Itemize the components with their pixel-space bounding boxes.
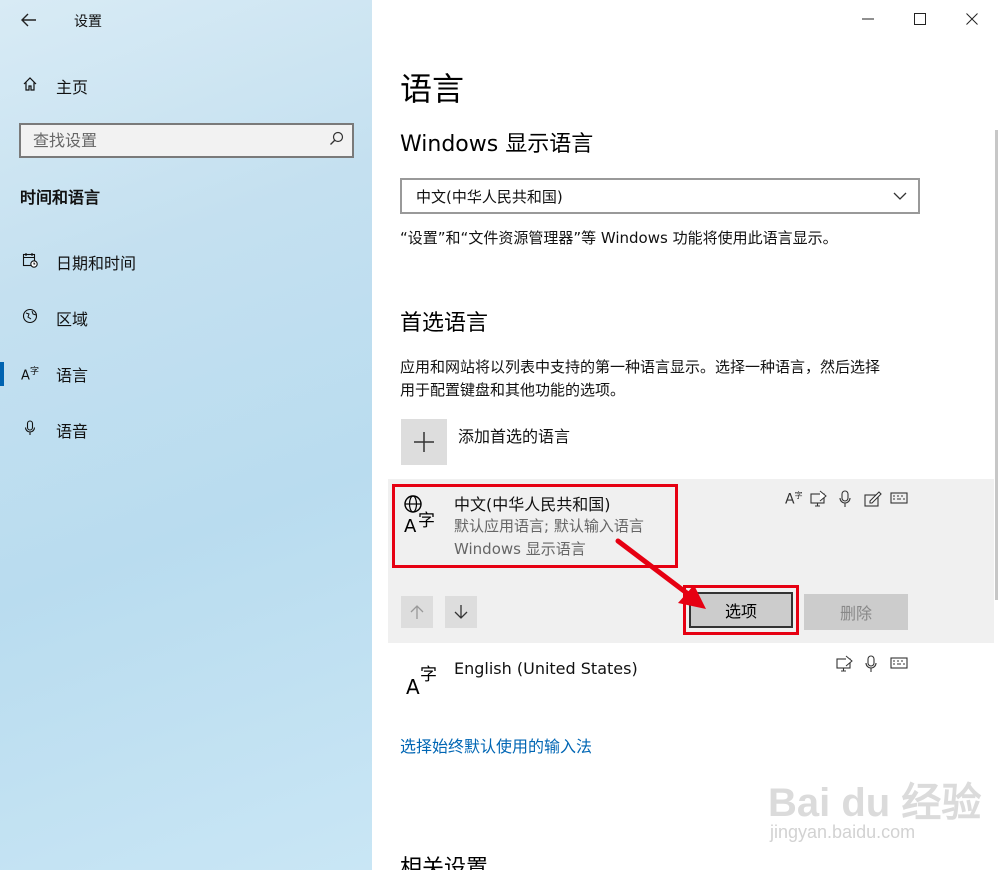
keyboard-feature-icon — [890, 655, 908, 675]
sidebar-item-label: 日期和时间 — [56, 254, 137, 273]
language-icon: A字 — [21, 367, 39, 384]
language-icon-english: A 字 — [404, 660, 444, 703]
search-input[interactable] — [21, 125, 311, 156]
add-language-label[interactable]: 添加首选的语言 — [458, 423, 570, 447]
default-ime-link[interactable]: 选择始终默认使用的输入法 — [400, 733, 592, 757]
dropdown-value: 中文(中华人民共和国) — [416, 187, 563, 206]
plus-icon — [414, 432, 434, 452]
preferred-languages-heading: 首选语言 — [400, 311, 489, 336]
display-language-note: “设置”和“文件资源管理器”等 Windows 功能将使用此语言显示。 — [400, 229, 838, 247]
handwriting-feature-icon — [864, 490, 882, 512]
remove-button[interactable]: 删除 — [804, 594, 908, 630]
svg-text:字: 字 — [420, 665, 437, 685]
sidebar-section-heading: 时间和语言 — [20, 188, 101, 207]
sidebar-item-speech[interactable]: 语音 — [0, 410, 372, 450]
arrow-left-icon — [21, 13, 36, 27]
sidebar-item-region[interactable]: 区域 — [0, 298, 372, 338]
annotation-arrow — [615, 538, 706, 609]
display-language-heading: Windows 显示语言 — [400, 132, 594, 157]
sidebar-item-home[interactable]: 主页 — [0, 66, 372, 106]
speech-feature-icon — [836, 655, 854, 677]
sidebar-item-label: 主页 — [56, 78, 89, 97]
sidebar-item-language[interactable]: A字 语言 — [0, 354, 372, 394]
search-icon[interactable] — [329, 131, 344, 150]
arrow-up-icon — [410, 605, 424, 619]
baidu-watermark: Bai du 经验 — [768, 781, 982, 825]
baidu-watermark-url: jingyan.baidu.com — [770, 822, 916, 842]
microphone-feature-icon — [838, 490, 852, 512]
arrow-down-icon — [454, 605, 468, 619]
sidebar-item-label: 语音 — [56, 422, 89, 441]
preferred-note-line-2: 用于配置键盘和其他功能的选项。 — [400, 381, 626, 399]
sidebar-item-label: 语言 — [56, 366, 89, 385]
back-button[interactable] — [14, 6, 44, 34]
sidebar-item-date-time[interactable]: 日期和时间 — [0, 242, 372, 282]
main-panel: 语言 Windows 显示语言 中文(中华人民共和国) “设置”和“文件资源管理… — [372, 0, 1000, 870]
scrollbar[interactable] — [995, 130, 998, 600]
globe-region-icon — [20, 308, 40, 328]
chevron-down-icon — [892, 184, 908, 212]
microphone-icon — [20, 420, 40, 440]
language-name-english[interactable]: English (United States) — [454, 659, 638, 678]
home-icon — [20, 76, 40, 96]
move-up-button[interactable] — [401, 596, 433, 628]
related-settings-heading: 相关设置 — [400, 856, 489, 870]
speech-feature-icon — [810, 490, 828, 512]
move-down-button[interactable] — [445, 596, 477, 628]
preferred-note-line-1: 应用和网站将以列表中支持的第一种语言显示。选择一种语言，然后选择 — [400, 358, 881, 376]
sidebar-item-label: 区域 — [56, 310, 89, 329]
window-title: 设置 — [74, 14, 102, 30]
search-box[interactable] — [19, 123, 354, 158]
add-language-button[interactable] — [401, 419, 447, 465]
page-title: 语言 — [400, 70, 465, 108]
sidebar: 设置 主页 时间和语言 日期和时间 区域 A字 语言 语音 — [0, 0, 372, 870]
svg-text:A: A — [406, 675, 420, 698]
display-language-feature-icon: A字 — [785, 491, 803, 508]
microphone-feature-icon — [864, 655, 878, 677]
keyboard-feature-icon — [890, 490, 908, 510]
calendar-clock-icon — [20, 252, 40, 272]
display-language-dropdown[interactable]: 中文(中华人民共和国) — [400, 178, 920, 214]
